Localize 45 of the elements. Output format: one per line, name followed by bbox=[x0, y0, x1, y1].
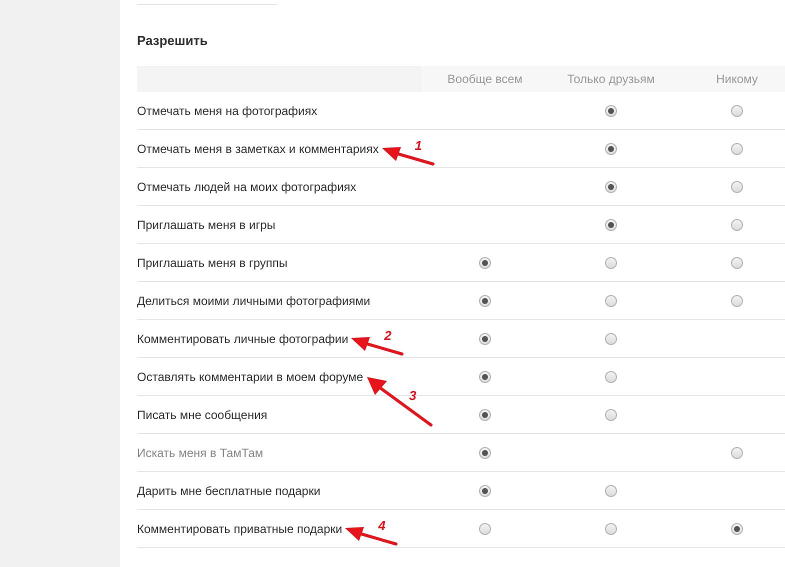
radio-button[interactable] bbox=[731, 522, 743, 534]
setting-label: Писать мне сообщения bbox=[137, 408, 268, 422]
radio-button[interactable] bbox=[731, 180, 743, 192]
setting-label: Комментировать личные фотографии bbox=[137, 332, 348, 346]
setting-label: Оставлять комментарии в моем форуме bbox=[137, 370, 364, 384]
radio-button[interactable] bbox=[605, 142, 617, 154]
radio-button[interactable] bbox=[731, 294, 743, 306]
section-title: Разрешить bbox=[137, 32, 208, 50]
radio-button[interactable] bbox=[479, 408, 491, 420]
radio-button[interactable] bbox=[605, 180, 617, 192]
radio-button[interactable] bbox=[605, 218, 617, 230]
radio-button[interactable] bbox=[731, 218, 743, 230]
column-header: Никому bbox=[716, 71, 758, 88]
callout-number: 2 bbox=[384, 328, 392, 342]
radio-button[interactable] bbox=[605, 332, 617, 344]
radio-button[interactable] bbox=[605, 104, 617, 116]
radio-button[interactable] bbox=[479, 370, 491, 382]
callout-number: 4 bbox=[378, 518, 386, 532]
column-header: Только друзьям bbox=[567, 71, 655, 88]
setting-label: Отмечать меня на фотографиях bbox=[137, 104, 318, 118]
callout-number: 1 bbox=[414, 138, 422, 152]
radio-button[interactable] bbox=[479, 332, 491, 344]
radio-button[interactable] bbox=[731, 256, 743, 268]
radio-button[interactable] bbox=[731, 104, 743, 116]
radio-button[interactable] bbox=[605, 484, 617, 496]
setting-label: Комментировать приватные подарки bbox=[137, 522, 342, 536]
column-header: Вообще всем bbox=[447, 71, 523, 88]
setting-label: Приглашать меня в игры bbox=[137, 218, 276, 232]
radio-button[interactable] bbox=[479, 484, 491, 496]
radio-button[interactable] bbox=[605, 294, 617, 306]
setting-label: Отмечать меня в заметках и комментариях bbox=[137, 142, 379, 156]
radio-button[interactable] bbox=[479, 522, 491, 534]
callout-number: 3 bbox=[409, 388, 416, 402]
setting-label: Искать меня в ТамТам bbox=[137, 446, 264, 460]
radio-button[interactable] bbox=[605, 256, 617, 268]
setting-label: Отмечать людей на моих фотографиях bbox=[137, 180, 356, 194]
setting-label: Делиться моими личными фотографиями bbox=[137, 294, 370, 308]
radio-button[interactable] bbox=[605, 370, 617, 382]
radio-button[interactable] bbox=[731, 142, 743, 154]
radio-button[interactable] bbox=[479, 294, 491, 306]
setting-label: Приглашать меня в группы bbox=[137, 256, 288, 270]
radio-button[interactable] bbox=[605, 522, 617, 534]
radio-button[interactable] bbox=[605, 408, 617, 420]
radio-button[interactable] bbox=[479, 256, 491, 268]
setting-label: Дарить мне бесплатные подарки bbox=[137, 484, 320, 498]
